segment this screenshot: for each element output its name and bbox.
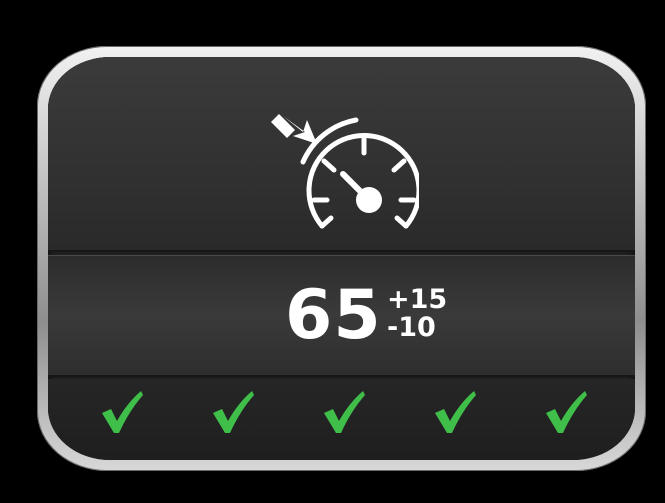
speed-panel: 65 +15 -10 [48, 255, 635, 375]
speed-tolerance: +15 -10 [387, 286, 447, 342]
checkmark-icon [324, 391, 365, 433]
status-check-panel [48, 379, 635, 460]
checkmark-icon [213, 391, 254, 433]
tolerance-lower: -10 [387, 312, 436, 343]
display-screen: 65 +15 -10 [48, 57, 635, 460]
checkmark-icon [102, 391, 143, 433]
icon-panel [48, 57, 635, 250]
checkmark-icon [435, 391, 476, 433]
cruise-control-speedometer-icon [271, 114, 419, 229]
tolerance-upper: +15 [387, 284, 448, 315]
checkmark-icon [546, 391, 587, 433]
divider [48, 375, 635, 377]
divider [48, 250, 635, 252]
set-speed-value: 65 [285, 276, 382, 355]
display-bezel: 65 +15 -10 [37, 46, 646, 471]
status-check-row [99, 389, 599, 439]
